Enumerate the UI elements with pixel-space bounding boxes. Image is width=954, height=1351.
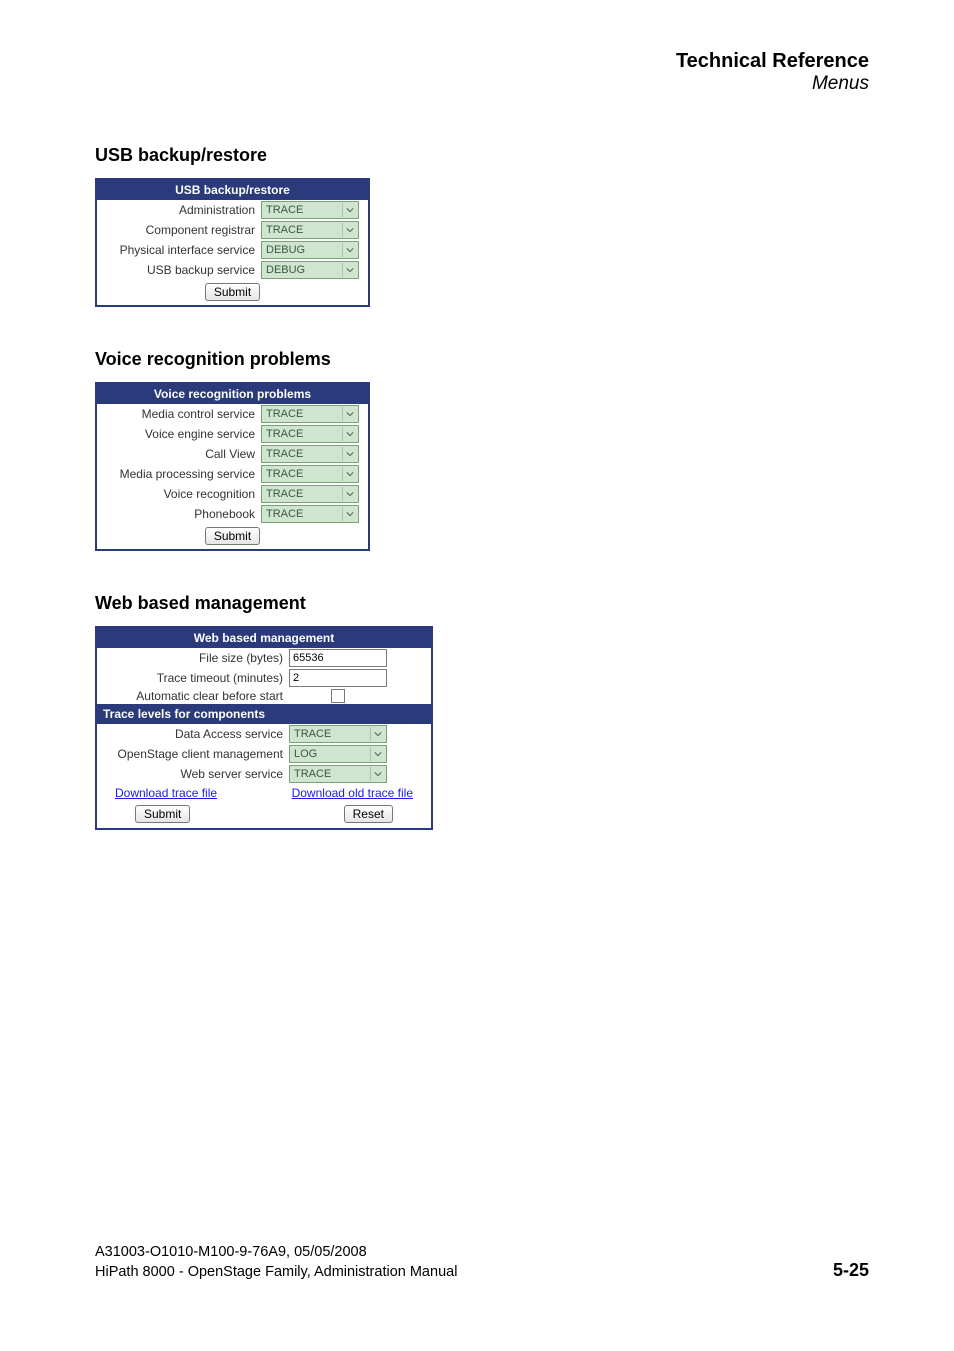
dropdown-value: DEBUG [266, 264, 305, 276]
dropdown-openstage-client-management[interactable]: LOG [289, 745, 387, 763]
section-heading-usb: USB backup/restore [95, 145, 869, 166]
page-footer: A31003-O1010-M100-9-76A9, 05/05/2008 HiP… [95, 1244, 869, 1281]
row-data-access-service: Data Access service TRACE [97, 724, 431, 744]
dropdown-physical-interface-service[interactable]: DEBUG [261, 241, 359, 259]
chevron-down-icon [342, 223, 356, 237]
dropdown-value: TRACE [266, 408, 303, 420]
label-trace-timeout: Trace timeout (minutes) [101, 671, 289, 685]
label-auto-clear: Automatic clear before start [101, 689, 289, 703]
dropdown-data-access-service[interactable]: TRACE [289, 725, 387, 743]
row-usb-backup-service: USB backup service DEBUG [97, 260, 368, 280]
label-openstage-client-management: OpenStage client management [101, 747, 289, 761]
row-trace-timeout: Trace timeout (minutes) [97, 668, 431, 688]
label-media-control-service: Media control service [101, 407, 261, 421]
panel-web: Web based management File size (bytes) T… [95, 626, 433, 830]
dropdown-phonebook[interactable]: TRACE [261, 505, 359, 523]
chevron-down-icon [342, 447, 356, 461]
dropdown-voice-recognition[interactable]: TRACE [261, 485, 359, 503]
panel-title-voice: Voice recognition problems [97, 384, 368, 404]
page-header: Technical Reference Menus [95, 50, 869, 95]
dropdown-administration[interactable]: TRACE [261, 201, 359, 219]
section-heading-voice: Voice recognition problems [95, 349, 869, 370]
row-component-registrar: Component registrar TRACE [97, 220, 368, 240]
row-web-server-service: Web server service TRACE [97, 764, 431, 784]
section-heading-web: Web based management [95, 593, 869, 614]
dropdown-value: TRACE [266, 448, 303, 460]
dropdown-usb-backup-service[interactable]: DEBUG [261, 261, 359, 279]
dropdown-media-control-service[interactable]: TRACE [261, 405, 359, 423]
row-voice-recognition: Voice recognition TRACE [97, 484, 368, 504]
submit-button-usb[interactable]: Submit [205, 283, 260, 301]
chevron-down-icon [342, 203, 356, 217]
row-media-processing-service: Media processing service TRACE [97, 464, 368, 484]
label-phonebook: Phonebook [101, 507, 261, 521]
link-download-trace-file[interactable]: Download trace file [115, 786, 217, 800]
dropdown-voice-engine-service[interactable]: TRACE [261, 425, 359, 443]
label-usb-backup-service: USB backup service [101, 263, 261, 277]
chevron-down-icon [342, 467, 356, 481]
header-subtitle: Menus [95, 73, 869, 95]
dropdown-value: TRACE [266, 508, 303, 520]
submit-button-voice[interactable]: Submit [205, 527, 260, 545]
panel-voice: Voice recognition problems Media control… [95, 382, 370, 551]
input-trace-timeout[interactable] [289, 669, 387, 687]
row-administration: Administration TRACE [97, 200, 368, 220]
dropdown-web-server-service[interactable]: TRACE [289, 765, 387, 783]
dropdown-value: TRACE [266, 428, 303, 440]
label-web-server-service: Web server service [101, 767, 289, 781]
label-voice-engine-service: Voice engine service [101, 427, 261, 441]
chevron-down-icon [370, 747, 384, 761]
checkbox-auto-clear[interactable] [331, 689, 345, 703]
chevron-down-icon [342, 507, 356, 521]
submit-button-web[interactable]: Submit [135, 805, 190, 823]
dropdown-component-registrar[interactable]: TRACE [261, 221, 359, 239]
page-number: 5-25 [833, 1260, 869, 1281]
row-phonebook: Phonebook TRACE [97, 504, 368, 524]
label-administration: Administration [101, 203, 261, 217]
dropdown-value: LOG [294, 748, 317, 760]
label-component-registrar: Component registrar [101, 223, 261, 237]
panel-subhead-trace-levels: Trace levels for components [97, 704, 431, 724]
chevron-down-icon [342, 263, 356, 277]
input-file-size[interactable] [289, 649, 387, 667]
header-title: Technical Reference [95, 50, 869, 73]
dropdown-value: DEBUG [266, 244, 305, 256]
chevron-down-icon [370, 727, 384, 741]
label-voice-recognition: Voice recognition [101, 487, 261, 501]
chevron-down-icon [342, 243, 356, 257]
row-physical-interface-service: Physical interface service DEBUG [97, 240, 368, 260]
dropdown-call-view[interactable]: TRACE [261, 445, 359, 463]
chevron-down-icon [342, 427, 356, 441]
dropdown-value: TRACE [266, 488, 303, 500]
row-openstage-client-management: OpenStage client management LOG [97, 744, 431, 764]
footer-line2: HiPath 8000 - OpenStage Family, Administ… [95, 1264, 457, 1280]
dropdown-media-processing-service[interactable]: TRACE [261, 465, 359, 483]
dropdown-value: TRACE [266, 204, 303, 216]
label-file-size: File size (bytes) [101, 651, 289, 665]
chevron-down-icon [342, 407, 356, 421]
label-data-access-service: Data Access service [101, 727, 289, 741]
row-call-view: Call View TRACE [97, 444, 368, 464]
row-file-size: File size (bytes) [97, 648, 431, 668]
label-media-processing-service: Media processing service [101, 467, 261, 481]
panel-title-web: Web based management [97, 628, 431, 648]
reset-button-web[interactable]: Reset [344, 805, 393, 823]
row-auto-clear: Automatic clear before start [97, 688, 431, 704]
chevron-down-icon [370, 767, 384, 781]
footer-line1: A31003-O1010-M100-9-76A9, 05/05/2008 [95, 1244, 869, 1260]
chevron-down-icon [342, 487, 356, 501]
panel-title-usb: USB backup/restore [97, 180, 368, 200]
row-voice-engine-service: Voice engine service TRACE [97, 424, 368, 444]
dropdown-value: TRACE [266, 224, 303, 236]
dropdown-value: TRACE [294, 728, 331, 740]
label-physical-interface-service: Physical interface service [101, 243, 261, 257]
dropdown-value: TRACE [266, 468, 303, 480]
link-download-old-trace-file[interactable]: Download old trace file [292, 786, 413, 800]
row-media-control-service: Media control service TRACE [97, 404, 368, 424]
dropdown-value: TRACE [294, 768, 331, 780]
label-call-view: Call View [101, 447, 261, 461]
panel-usb: USB backup/restore Administration TRACE … [95, 178, 370, 307]
